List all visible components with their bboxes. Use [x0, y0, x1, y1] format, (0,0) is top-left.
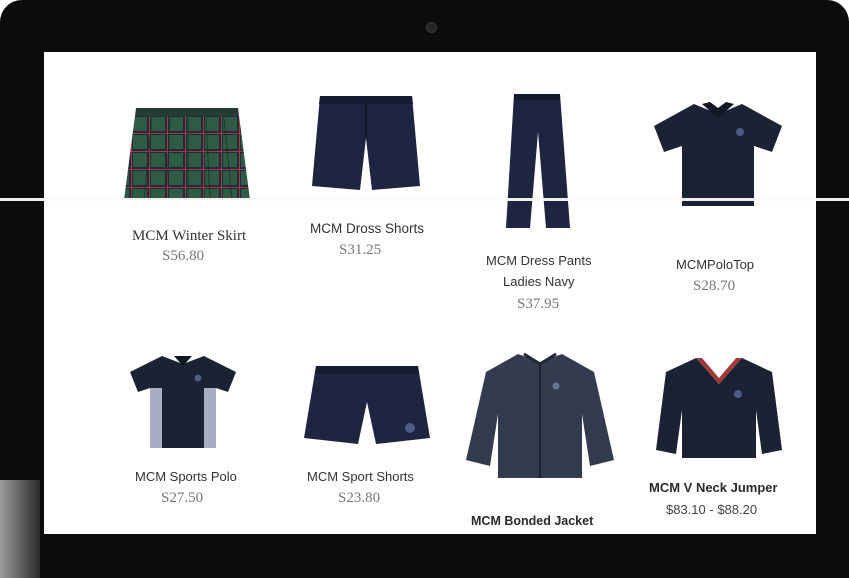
bonded-jacket-image[interactable] — [464, 350, 616, 482]
product-name[interactable]: MCM Sport Shorts — [307, 469, 414, 484]
v-neck-jumper-image[interactable] — [654, 354, 784, 462]
product-price: S56.80 — [162, 248, 205, 264]
product-price: S37.95 — [517, 296, 560, 312]
frame-shadow — [0, 480, 40, 578]
product-price: S31.25 — [339, 242, 382, 258]
product-grid: MCM Winter Skirt S56.80 MCM Dross Shorts… — [44, 52, 816, 534]
product-name[interactable]: MCMPoloTop — [676, 257, 754, 272]
tartan-skirt-image[interactable] — [122, 106, 252, 206]
product-price: $83.10 - $88.20 — [666, 502, 758, 517]
screen-glare — [0, 198, 849, 201]
product-name-line2[interactable]: Ladies Navy — [503, 274, 575, 289]
navy-shorts-image[interactable] — [310, 94, 422, 194]
product-name[interactable]: MCM Sports Polo — [135, 469, 237, 484]
navy-pants-image[interactable] — [498, 92, 578, 232]
sport-shorts-image[interactable] — [302, 362, 432, 452]
camera-icon — [426, 22, 437, 33]
product-name[interactable]: MCM V Neck Jumper — [649, 480, 778, 495]
product-name[interactable]: MCM Dross Shorts — [310, 221, 424, 236]
product-price: S28.70 — [693, 278, 736, 294]
product-name[interactable]: MCM Bonded Jacket — [471, 514, 593, 528]
product-name[interactable]: MCM Winter Skirt — [132, 228, 246, 245]
navy-polo-image[interactable] — [650, 100, 786, 210]
product-price: S27.50 — [161, 490, 204, 506]
product-price: S23.80 — [338, 490, 381, 506]
sports-polo-image[interactable] — [128, 352, 238, 452]
product-name-line1[interactable]: MCM Dress Pants — [486, 253, 591, 268]
